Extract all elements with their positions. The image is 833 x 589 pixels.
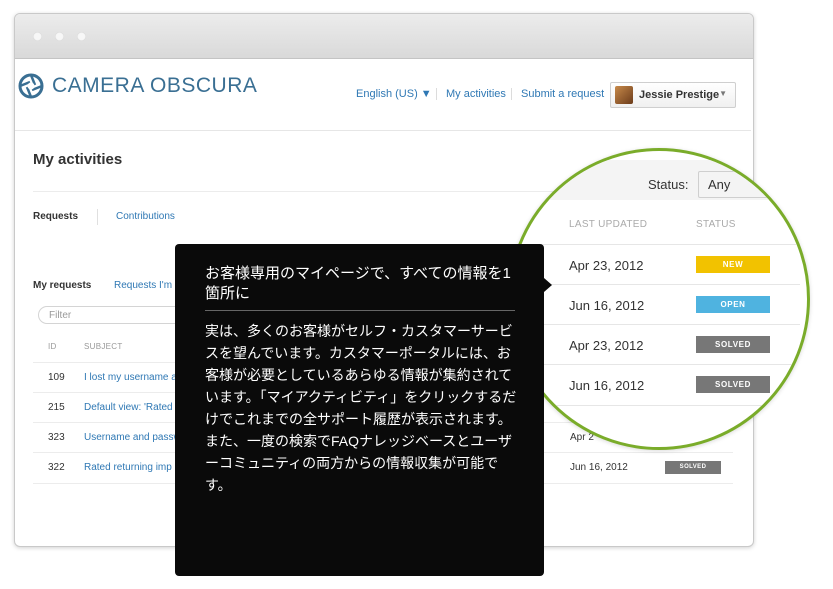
feature-callout: お客様専用のマイページで、すべての情報を1箇所に 実は、多くのお客様がセルフ・カ… — [175, 244, 552, 576]
column-header-last-updated[interactable]: LAST UPDATED — [569, 219, 647, 230]
brand-name: CAMERA OBSCURA — [52, 74, 258, 97]
subtab-my-requests[interactable]: My requests — [33, 280, 91, 291]
nav-divider — [436, 88, 437, 100]
row-last-updated: Jun 16, 2012 — [569, 378, 645, 393]
column-header-status[interactable]: STATUS — [696, 219, 736, 230]
window-close-button[interactable] — [33, 32, 42, 41]
brand-logo[interactable]: CAMERA OBSCURA — [18, 73, 257, 99]
window-minimize-button[interactable] — [55, 32, 64, 41]
chevron-down-icon: ▼ — [719, 89, 727, 98]
avatar — [615, 86, 633, 104]
column-header-subject[interactable]: SUBJECT — [84, 342, 123, 351]
lens-table-row[interactable]: Apr 23, 2012 NEW — [520, 244, 800, 285]
header-divider — [15, 130, 751, 131]
camera-aperture-icon — [18, 73, 44, 99]
row-subject-link[interactable]: Rated returning imp — [84, 462, 172, 473]
tab-divider — [97, 209, 98, 225]
callout-body: 実は、多くのお客様がセルフ・カスタマーサービスを望んでいます。カスタマーポータル… — [205, 323, 517, 493]
row-subject-link[interactable]: I lost my username a — [84, 372, 177, 383]
status-badge: SOLVED — [696, 336, 770, 353]
language-selector[interactable]: English (US) ▼ — [356, 88, 432, 100]
user-name: Jessie Prestige — [639, 89, 720, 101]
row-id: 322 — [48, 462, 65, 473]
row-id: 215 — [48, 402, 65, 413]
status-filter-select[interactable]: Any — [698, 171, 788, 198]
row-date: Jun 16, 2012 — [570, 462, 628, 473]
window-titlebar — [15, 14, 753, 59]
row-last-updated: Apr 23, 2012 — [569, 258, 644, 273]
column-header-id[interactable]: ID — [48, 342, 57, 351]
row-subject-link[interactable]: Default view: 'Rated — [84, 402, 173, 413]
user-menu-button[interactable]: Jessie Prestige ▼ — [610, 82, 736, 108]
status-filter-label: Status: — [648, 177, 689, 192]
nav-divider — [511, 88, 512, 100]
row-last-updated: Apr 23, 2012 — [569, 338, 644, 353]
row-subject-link[interactable]: Username and passw — [84, 432, 181, 443]
page-title: My activities — [33, 151, 123, 168]
row-last-updated: Jun 16, 2012 — [569, 298, 645, 313]
lens-table-row[interactable]: Jun 16, 2012 SOLVED — [520, 364, 800, 406]
window-maximize-button[interactable] — [77, 32, 86, 41]
status-badge: OPEN — [696, 296, 770, 313]
tab-requests[interactable]: Requests — [33, 211, 78, 222]
lens-table-row[interactable]: Apr 23, 2012 SOLVED — [520, 324, 800, 365]
my-activities-link[interactable]: My activities — [446, 88, 506, 100]
status-badge: SOLVED — [696, 376, 770, 393]
subtab-requests-cc[interactable]: Requests I'm — [114, 280, 172, 291]
status-badge: NEW — [696, 256, 770, 273]
row-id: 323 — [48, 432, 65, 443]
callout-divider — [205, 310, 515, 311]
submit-request-link[interactable]: Submit a request — [521, 88, 604, 100]
status-badge: SOLVED — [665, 461, 721, 474]
callout-title: お客様専用のマイページで、すべての情報を1箇所に — [205, 265, 511, 302]
lens-table-row[interactable]: Jun 16, 2012 OPEN — [520, 284, 800, 325]
tab-contributions[interactable]: Contributions — [116, 211, 175, 222]
row-id: 109 — [48, 372, 65, 383]
magnifier-lens: Status: Any LAST UPDATED STATUS Apr 23, … — [508, 148, 810, 450]
